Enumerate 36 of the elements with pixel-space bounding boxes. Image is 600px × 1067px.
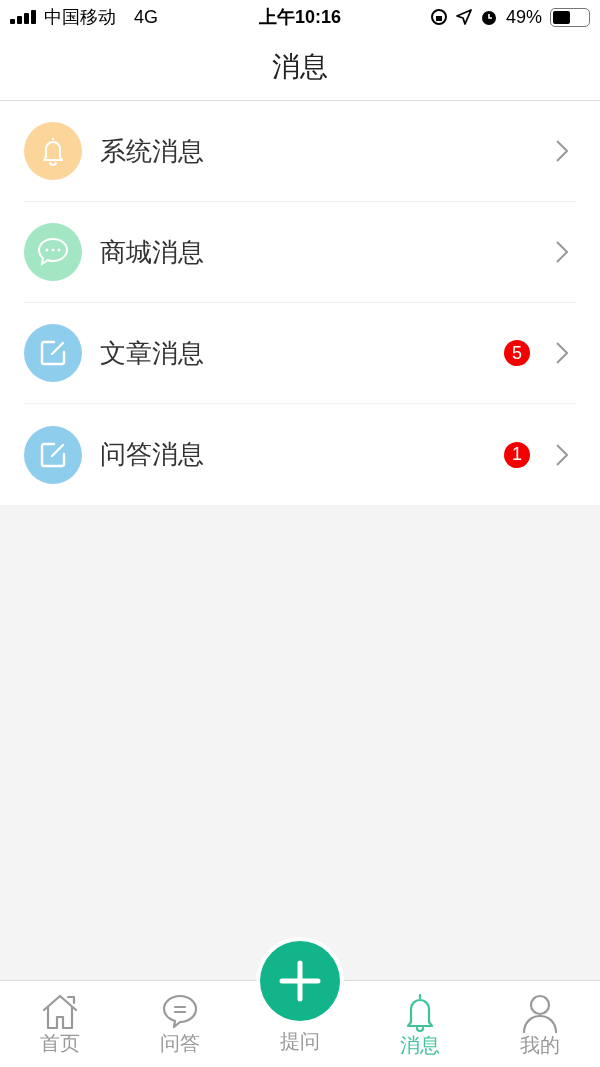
home-icon [41, 993, 79, 1031]
category-label: 问答消息 [100, 438, 205, 471]
category-label: 文章消息 [100, 336, 205, 370]
tab-item[interactable]: 首页 [0, 981, 120, 1067]
unread-count: 1 [504, 441, 530, 468]
user-icon [521, 993, 559, 1033]
chevron-right-icon [556, 342, 568, 364]
message-category-row[interactable]: 文章消息 5 [24, 303, 576, 404]
page-title: 消息 [272, 50, 328, 84]
tab-item[interactable]: 问答 [120, 981, 240, 1067]
chat-icon [36, 236, 70, 268]
battery-icon [550, 7, 590, 27]
chevron-right-icon [556, 140, 568, 162]
category-label: 系统消息 [100, 134, 205, 168]
plus-icon [279, 960, 321, 1002]
message-category-row[interactable]: 商城消息 [24, 202, 576, 303]
edit-icon [39, 339, 67, 367]
signal-icon [10, 10, 38, 24]
unread-count: 5 [504, 340, 530, 366]
location-icon [455, 9, 472, 25]
edit-icon [39, 440, 67, 469]
tab-item[interactable]: 消息 [360, 981, 480, 1067]
chevron-right-icon [556, 443, 568, 466]
network-type: 4G [134, 5, 158, 29]
status-time: 上午10:16 [258, 5, 341, 29]
message-category-row[interactable]: 系统消息 [24, 101, 576, 202]
category-label: 商城消息 [100, 235, 205, 269]
chevron-right-icon [556, 241, 568, 263]
chat-icon [161, 993, 199, 1031]
alarm-icon [479, 8, 498, 26]
rotation-lock-icon [429, 8, 448, 26]
carrier-name: 中国移动 [44, 5, 116, 29]
battery-percent: 49% [505, 5, 542, 29]
tab-item[interactable]: 我的 [480, 981, 600, 1067]
tab-item[interactable]: 提问 [280, 1029, 320, 1053]
message-category-row[interactable]: 问答消息 1 [24, 404, 576, 505]
